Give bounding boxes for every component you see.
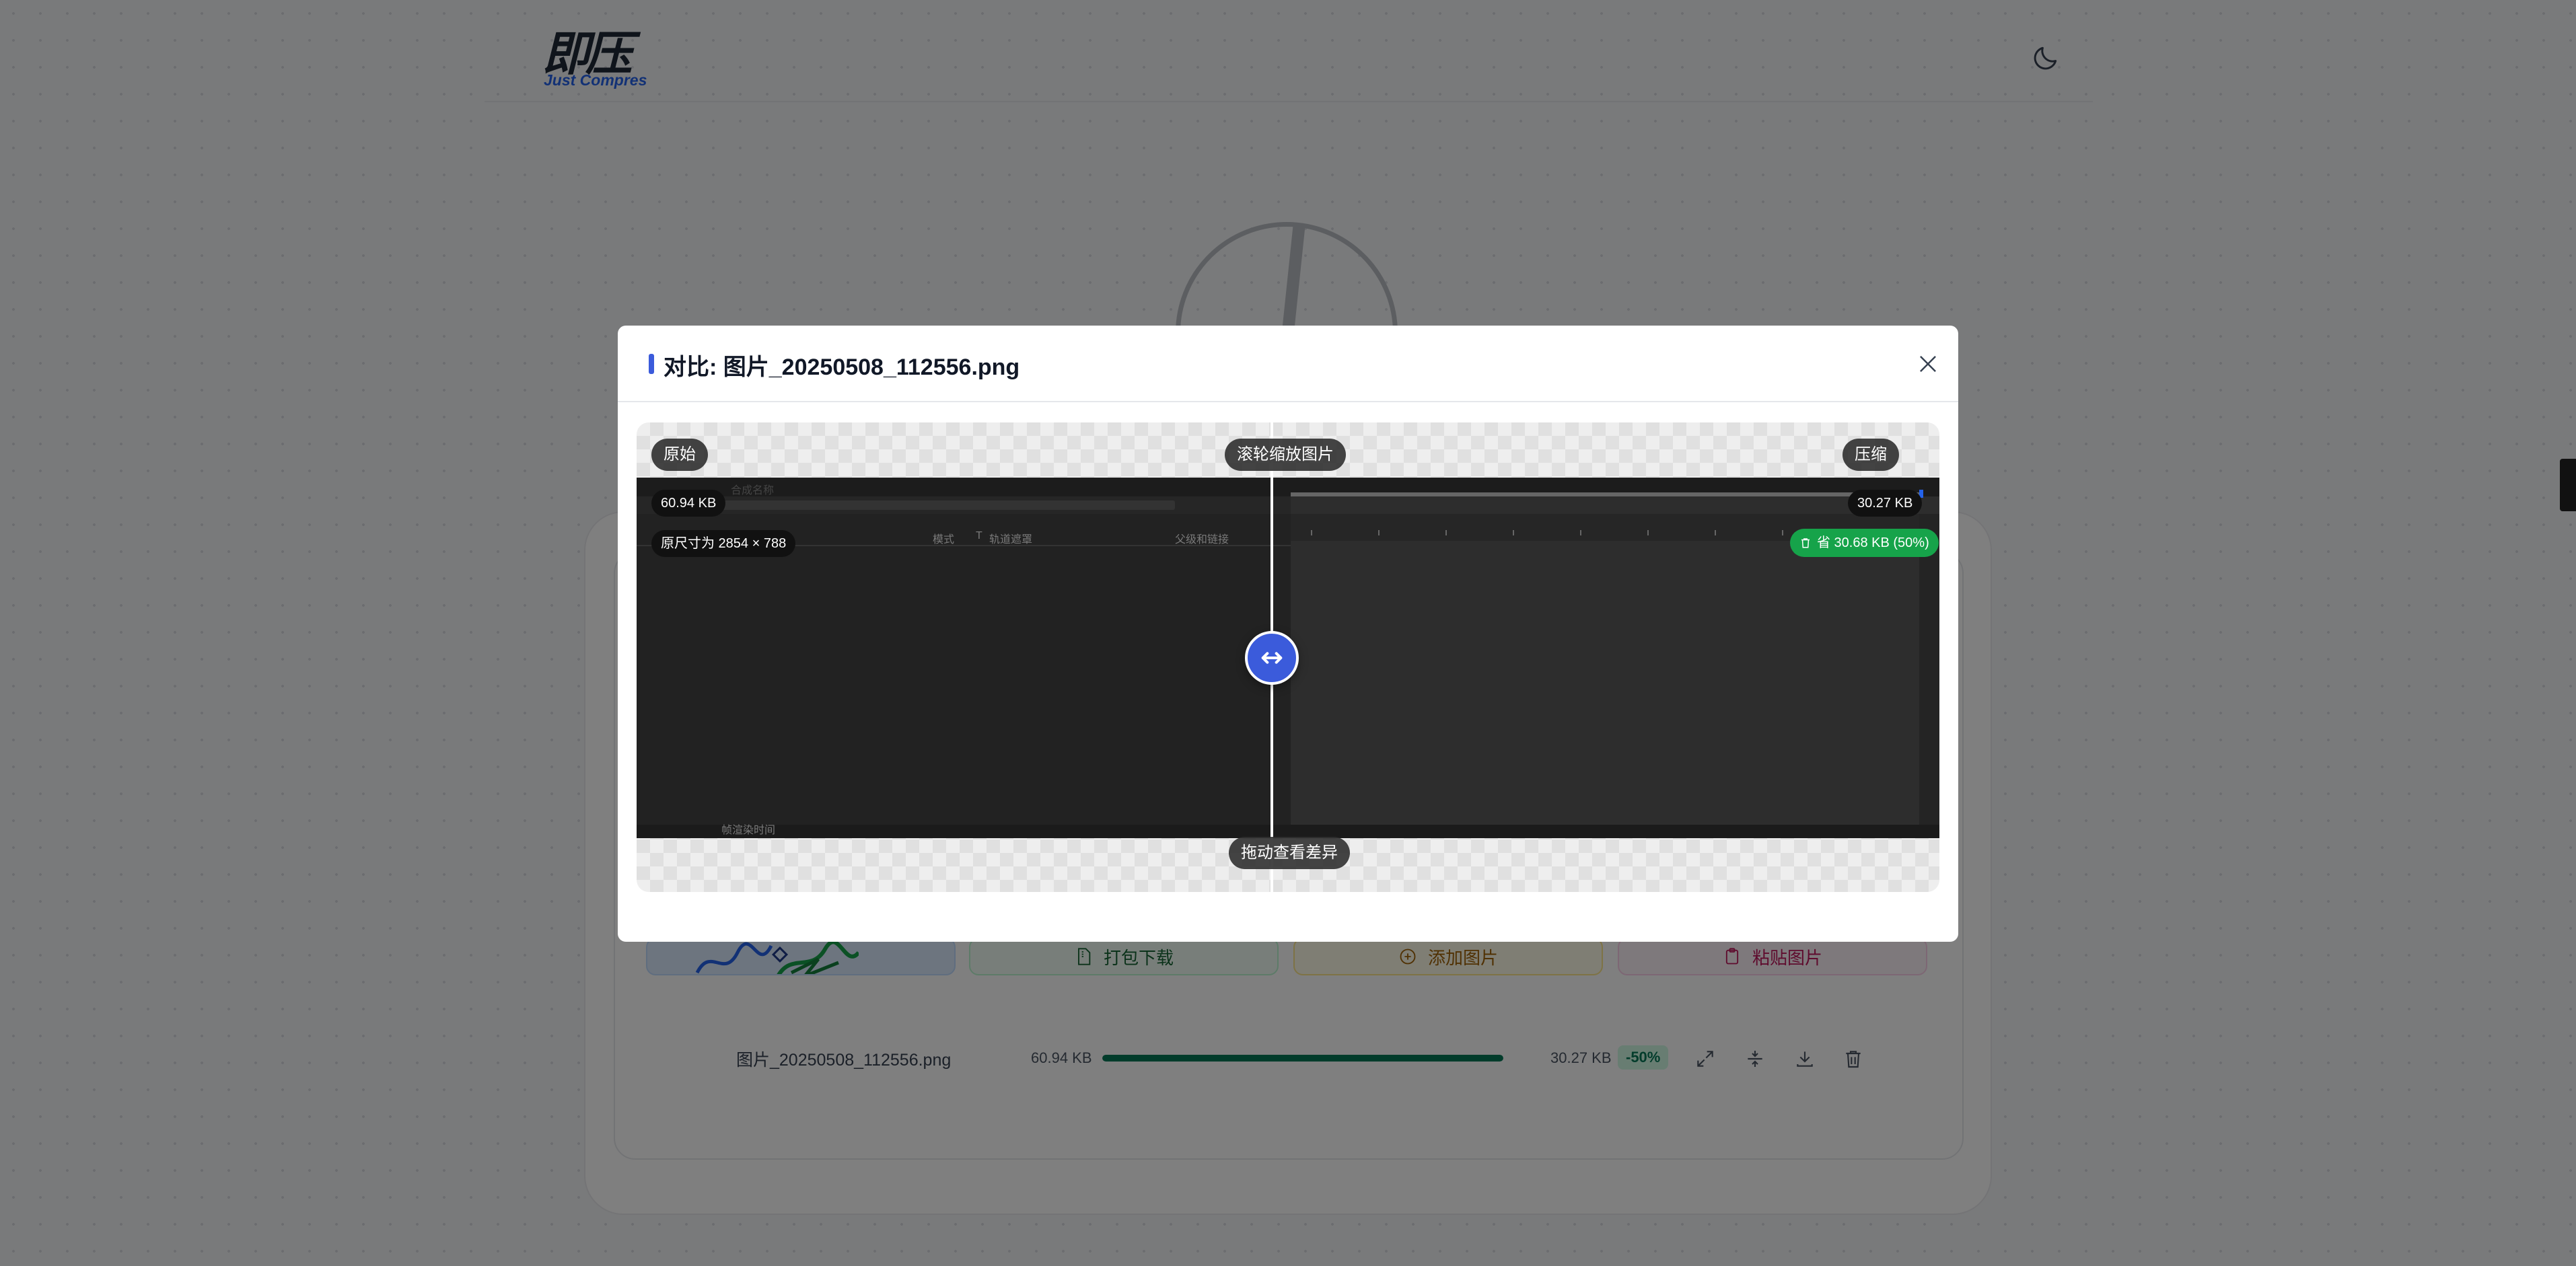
original-label: 原始 bbox=[651, 439, 708, 471]
dialog-header: 对比: 图片_20250508_112556.png bbox=[618, 326, 1958, 402]
trash-small-icon bbox=[1801, 538, 1810, 548]
compare-dialog: 对比: 图片_20250508_112556.png 合成名称 模式 T 轨道遮… bbox=[618, 326, 1958, 942]
side-feedback-tab[interactable] bbox=[2560, 459, 2576, 511]
ruler-tick bbox=[1445, 530, 1447, 535]
screenshot-track-label: 轨道遮罩 bbox=[989, 534, 1033, 546]
screenshot-search-field bbox=[711, 500, 1175, 510]
image-compare-viewer[interactable]: 合成名称 模式 T 轨道遮罩 父级和链接 帧渲染时间 原始 压缩 滚轮缩放图片 … bbox=[637, 422, 1939, 892]
screenshot-top-label: 合成名称 bbox=[731, 485, 775, 496]
screenshot-side-panel bbox=[1919, 514, 1939, 825]
saved-text: 省 30.68 KB (50%) bbox=[1817, 535, 1929, 550]
ruler-tick bbox=[1715, 530, 1716, 535]
ruler-tick bbox=[1513, 530, 1514, 535]
screenshot-bottom-label: 帧渲染时间 bbox=[721, 825, 776, 836]
drag-hint: 拖动查看差异 bbox=[1229, 837, 1350, 869]
compressed-label: 压缩 bbox=[1842, 439, 1899, 471]
saved-badge: 省 30.68 KB (50%) bbox=[1790, 529, 1939, 557]
swap-icon[interactable] bbox=[1245, 631, 1299, 685]
close-icon[interactable] bbox=[1915, 351, 1941, 377]
ruler-tick bbox=[1647, 530, 1649, 535]
screenshot-t-label: T bbox=[976, 530, 982, 542]
dialog-title: 对比: 图片_20250508_112556.png bbox=[664, 355, 1020, 380]
ruler-tick bbox=[1378, 530, 1380, 535]
ruler-tick bbox=[1580, 530, 1581, 535]
original-size-badge: 60.94 KB bbox=[651, 490, 726, 517]
zoom-hint: 滚轮缩放图片 bbox=[1225, 439, 1346, 471]
title-accent-bar bbox=[649, 354, 654, 374]
compressed-size-badge: 30.27 KB bbox=[1848, 490, 1923, 517]
screenshot-bottombar-right bbox=[1291, 825, 1939, 838]
ruler-tick bbox=[1782, 530, 1783, 535]
screenshot-timeline bbox=[1291, 492, 1923, 496]
screenshot-parent-label: 父级和链接 bbox=[1175, 534, 1229, 546]
original-dimensions-badge: 原尺寸为 2854 × 788 bbox=[651, 530, 796, 557]
ruler-tick bbox=[1311, 530, 1312, 535]
screenshot-mode-label: 模式 bbox=[933, 534, 955, 546]
